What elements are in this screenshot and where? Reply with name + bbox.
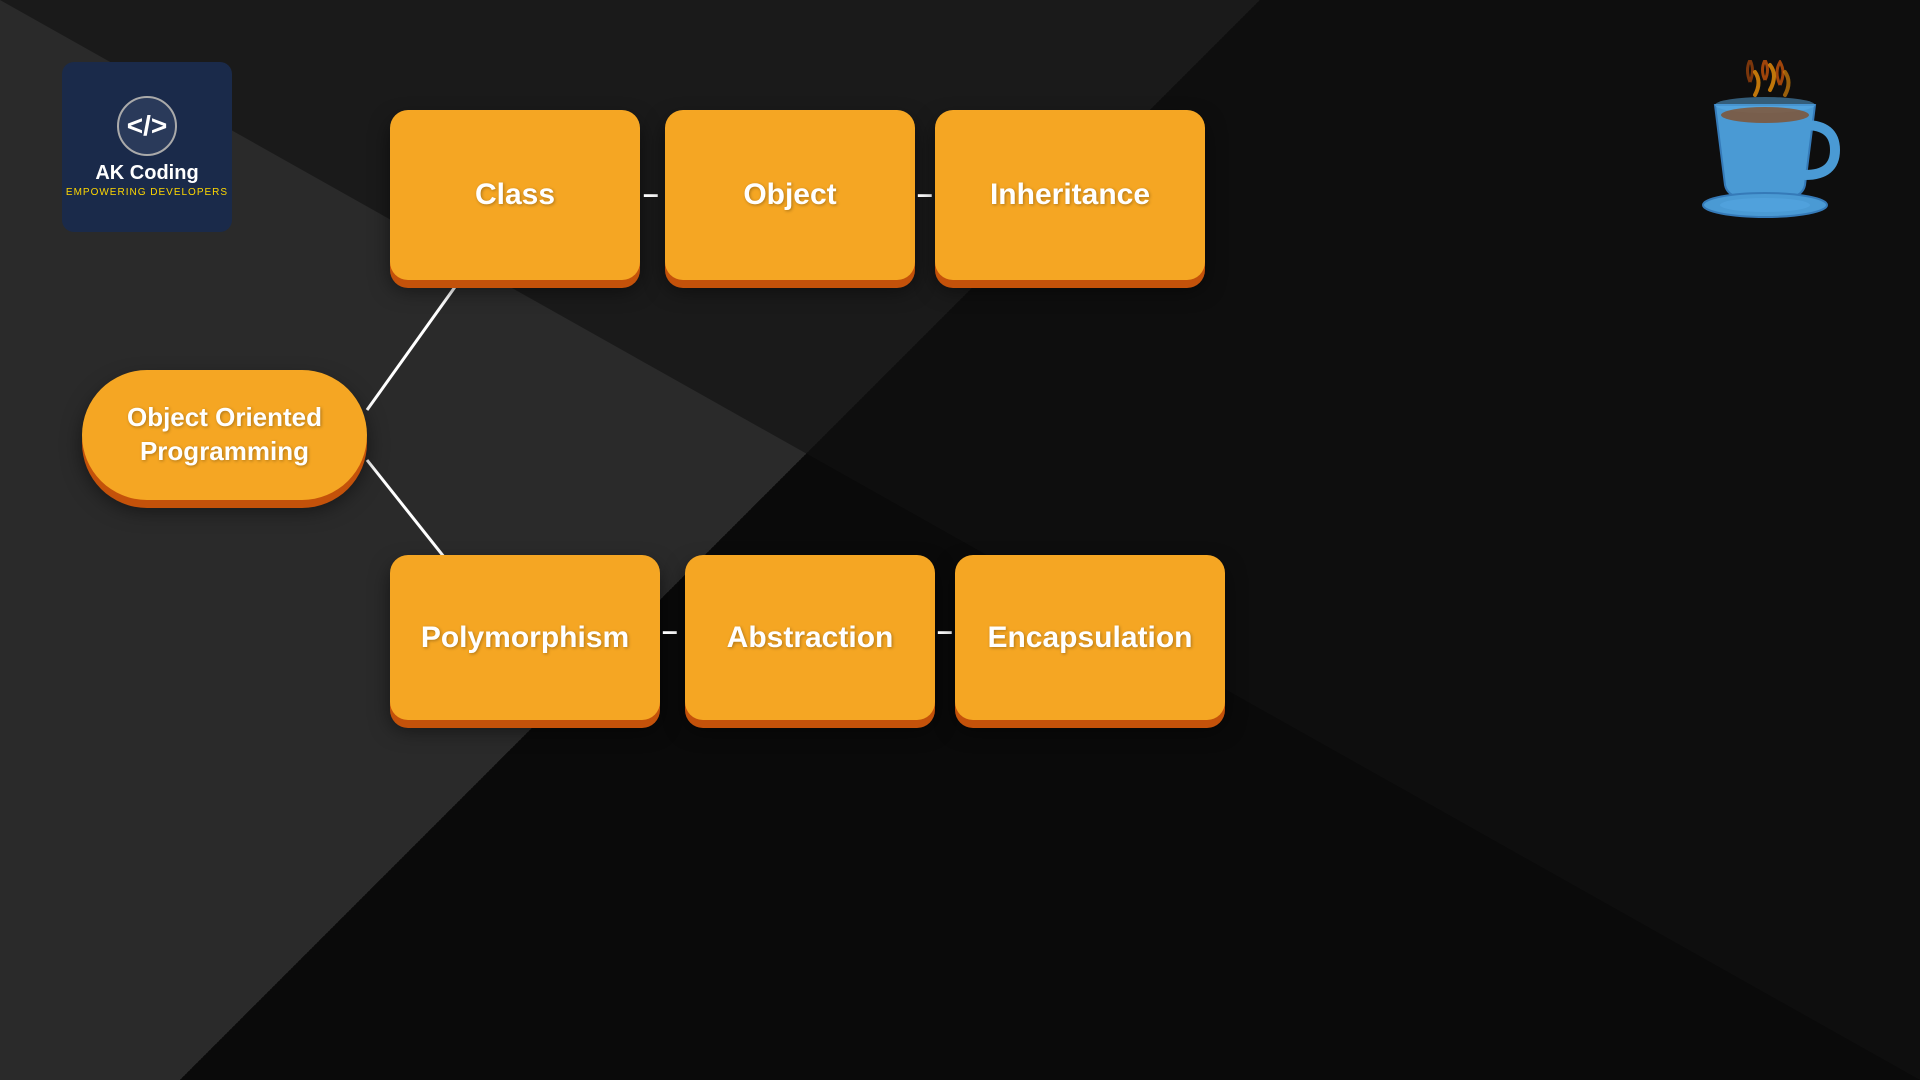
oop-label: Object Oriented Programming xyxy=(127,401,322,469)
logo-code-symbol: </> xyxy=(117,96,177,156)
object-label: Object xyxy=(743,178,836,212)
inheritance-label: Inheritance xyxy=(990,178,1150,212)
encapsulation-box: Encapsulation xyxy=(955,555,1225,720)
logo-subtitle: EMPOWERING DEVELOPERS xyxy=(66,187,228,198)
dash-class-object: – xyxy=(643,178,659,210)
oop-center-node: Object Oriented Programming xyxy=(82,370,367,500)
encapsulation-label: Encapsulation xyxy=(987,621,1192,655)
class-label: Class xyxy=(475,178,555,212)
polymorphism-label: Polymorphism xyxy=(421,621,629,655)
coffee-cup-icon xyxy=(1690,60,1840,220)
abstraction-box: Abstraction xyxy=(685,555,935,720)
logo-title: AK Coding xyxy=(95,162,198,185)
dash-object-inheritance: – xyxy=(917,178,933,210)
polymorphism-box: Polymorphism xyxy=(390,555,660,720)
abstraction-label: Abstraction xyxy=(727,621,894,655)
class-box: Class xyxy=(390,110,640,280)
object-box: Object xyxy=(665,110,915,280)
inheritance-box: Inheritance xyxy=(935,110,1205,280)
dash-poly-abstract: – xyxy=(662,615,678,647)
dash-abstract-encap: – xyxy=(937,615,953,647)
ak-coding-logo: </> AK Coding EMPOWERING DEVELOPERS xyxy=(62,62,232,232)
